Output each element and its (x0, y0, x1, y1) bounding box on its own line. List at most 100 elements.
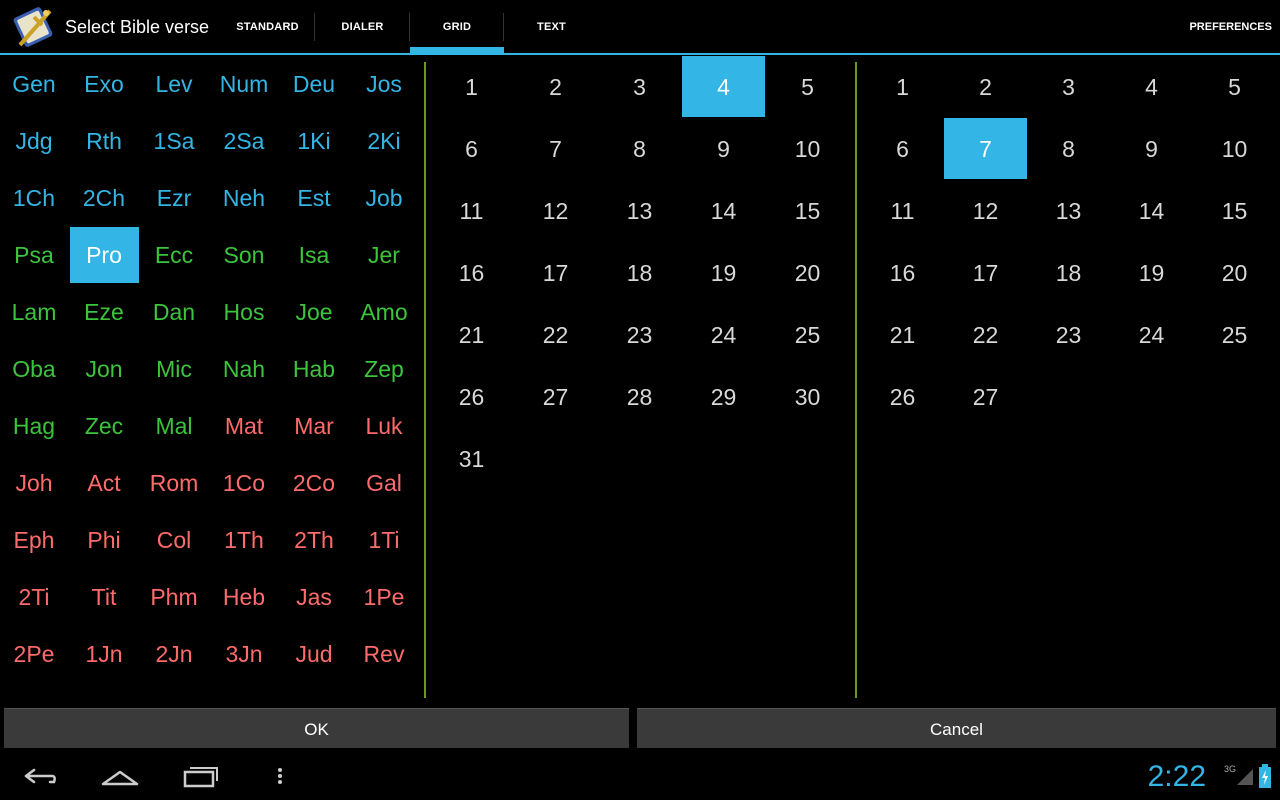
book-zec[interactable]: Zec (70, 398, 139, 454)
chapter-2[interactable]: 2 (514, 56, 597, 117)
book-ezr[interactable]: Ezr (140, 170, 209, 226)
book-2ki[interactable]: 2Ki (350, 113, 419, 169)
chapter-6[interactable]: 6 (430, 118, 513, 179)
book-2jn[interactable]: 2Jn (140, 626, 209, 682)
chapter-7[interactable]: 7 (514, 118, 597, 179)
book-son[interactable]: Son (210, 227, 279, 283)
book-tit[interactable]: Tit (70, 569, 139, 625)
book-jon[interactable]: Jon (70, 341, 139, 397)
book-nah[interactable]: Nah (210, 341, 279, 397)
book-mic[interactable]: Mic (140, 341, 209, 397)
app-icon[interactable] (12, 5, 56, 49)
verse-25[interactable]: 25 (1193, 304, 1276, 365)
tab-text[interactable]: TEXT (504, 0, 599, 53)
book-ecc[interactable]: Ecc (140, 227, 209, 283)
book-1co[interactable]: 1Co (210, 455, 279, 511)
book-1jn[interactable]: 1Jn (70, 626, 139, 682)
chapter-18[interactable]: 18 (598, 242, 681, 303)
book-est[interactable]: Est (280, 170, 349, 226)
cancel-button[interactable]: Cancel (637, 708, 1276, 748)
book-mal[interactable]: Mal (140, 398, 209, 454)
preferences-button[interactable]: PREFERENCES (1189, 0, 1272, 53)
chapter-4[interactable]: 4 (682, 56, 765, 117)
chapter-23[interactable]: 23 (598, 304, 681, 365)
book-jer[interactable]: Jer (350, 227, 419, 283)
verse-13[interactable]: 13 (1027, 180, 1110, 241)
chapter-28[interactable]: 28 (598, 366, 681, 427)
book-zep[interactable]: Zep (350, 341, 419, 397)
verse-26[interactable]: 26 (861, 366, 944, 427)
verse-24[interactable]: 24 (1110, 304, 1193, 365)
chapter-14[interactable]: 14 (682, 180, 765, 241)
chapter-3[interactable]: 3 (598, 56, 681, 117)
verse-17[interactable]: 17 (944, 242, 1027, 303)
book-1ti[interactable]: 1Ti (350, 512, 419, 568)
verse-9[interactable]: 9 (1110, 118, 1193, 179)
book-rev[interactable]: Rev (350, 626, 419, 682)
verse-19[interactable]: 19 (1110, 242, 1193, 303)
back-icon[interactable] (22, 762, 58, 790)
book-2ch[interactable]: 2Ch (70, 170, 139, 226)
book-eze[interactable]: Eze (70, 284, 139, 340)
tab-grid[interactable]: GRID (410, 0, 504, 53)
chapter-9[interactable]: 9 (682, 118, 765, 179)
chapter-15[interactable]: 15 (766, 180, 849, 241)
book-2sa[interactable]: 2Sa (210, 113, 279, 169)
verse-14[interactable]: 14 (1110, 180, 1193, 241)
chapter-25[interactable]: 25 (766, 304, 849, 365)
book-rth[interactable]: Rth (70, 113, 139, 169)
book-phi[interactable]: Phi (70, 512, 139, 568)
book-rom[interactable]: Rom (140, 455, 209, 511)
book-eph[interactable]: Eph (0, 512, 69, 568)
chapter-21[interactable]: 21 (430, 304, 513, 365)
verse-15[interactable]: 15 (1193, 180, 1276, 241)
book-2th[interactable]: 2Th (280, 512, 349, 568)
verse-11[interactable]: 11 (861, 180, 944, 241)
book-jas[interactable]: Jas (280, 569, 349, 625)
book-act[interactable]: Act (70, 455, 139, 511)
book-lam[interactable]: Lam (0, 284, 69, 340)
overflow-menu-icon[interactable] (274, 762, 286, 790)
book-1ch[interactable]: 1Ch (0, 170, 69, 226)
chapter-8[interactable]: 8 (598, 118, 681, 179)
chapter-29[interactable]: 29 (682, 366, 765, 427)
verse-12[interactable]: 12 (944, 180, 1027, 241)
book-deu[interactable]: Deu (280, 56, 349, 112)
book-job[interactable]: Job (350, 170, 419, 226)
chapter-1[interactable]: 1 (430, 56, 513, 117)
chapter-27[interactable]: 27 (514, 366, 597, 427)
verse-4[interactable]: 4 (1110, 56, 1193, 117)
verse-16[interactable]: 16 (861, 242, 944, 303)
chapter-31[interactable]: 31 (430, 428, 513, 489)
book-col[interactable]: Col (140, 512, 209, 568)
verse-8[interactable]: 8 (1027, 118, 1110, 179)
verse-21[interactable]: 21 (861, 304, 944, 365)
book-heb[interactable]: Heb (210, 569, 279, 625)
book-1ki[interactable]: 1Ki (280, 113, 349, 169)
book-luk[interactable]: Luk (350, 398, 419, 454)
home-icon[interactable] (100, 762, 140, 790)
book-3jn[interactable]: 3Jn (210, 626, 279, 682)
ok-button[interactable]: OK (4, 708, 629, 748)
chapter-13[interactable]: 13 (598, 180, 681, 241)
book-num[interactable]: Num (210, 56, 279, 112)
book-pro[interactable]: Pro (69, 227, 139, 283)
book-amo[interactable]: Amo (350, 284, 419, 340)
verse-6[interactable]: 6 (861, 118, 944, 179)
book-mar[interactable]: Mar (280, 398, 349, 454)
verse-27[interactable]: 27 (944, 366, 1027, 427)
chapter-12[interactable]: 12 (514, 180, 597, 241)
book-joh[interactable]: Joh (0, 455, 69, 511)
book-jos[interactable]: Jos (350, 56, 419, 112)
chapter-20[interactable]: 20 (766, 242, 849, 303)
book-gen[interactable]: Gen (0, 56, 69, 112)
book-2pe[interactable]: 2Pe (0, 626, 69, 682)
book-isa[interactable]: Isa (280, 227, 349, 283)
book-hab[interactable]: Hab (280, 341, 349, 397)
chapter-24[interactable]: 24 (682, 304, 765, 365)
chapter-10[interactable]: 10 (766, 118, 849, 179)
chapter-5[interactable]: 5 (766, 56, 849, 117)
book-oba[interactable]: Oba (0, 341, 69, 397)
book-1th[interactable]: 1Th (210, 512, 279, 568)
chapter-16[interactable]: 16 (430, 242, 513, 303)
